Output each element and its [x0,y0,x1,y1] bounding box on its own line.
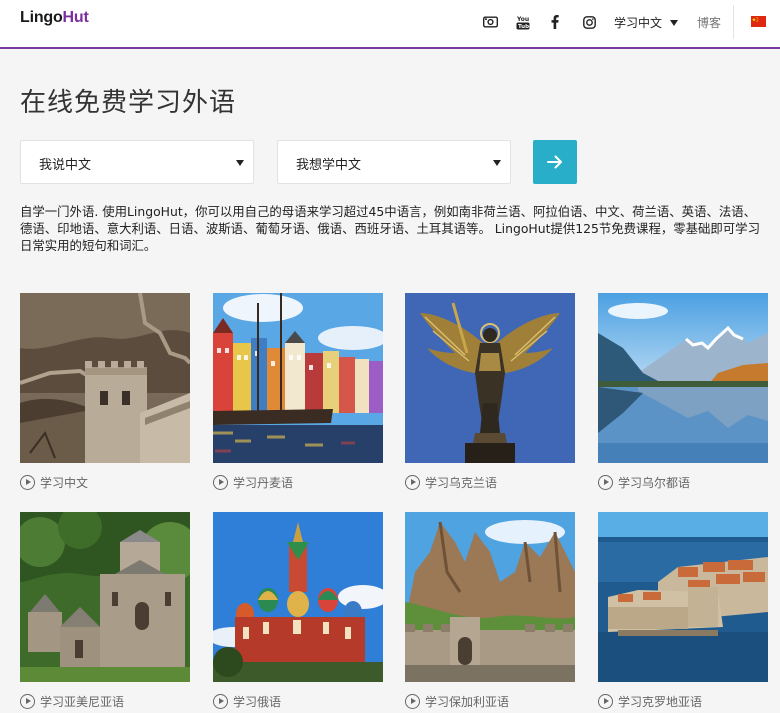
course-link[interactable]: 学习乌克兰语 [405,474,497,491]
course-label: 学习中文 [40,476,89,490]
page-title: 在线免费学习外语 [20,88,237,118]
course-card-danish[interactable]: 学习丹麦语 [213,293,383,490]
facebook-icon[interactable] [549,13,561,31]
course-link[interactable]: 学习俄语 [213,693,281,710]
caret-down-icon [493,160,501,166]
course-card-armenian[interactable]: 学习亚美尼亚语 [20,512,190,709]
play-circle-icon [20,475,35,490]
play-circle-icon [598,475,613,490]
blog-link[interactable]: 博客 [697,14,721,31]
caret-down-icon [669,20,678,26]
course-label: 学习乌克兰语 [425,476,498,490]
play-circle-icon [405,475,420,490]
course-card-chinese[interactable]: 学习中文 [20,293,190,490]
course-link[interactable]: 学习丹麦语 [213,474,293,491]
svg-text:You: You [516,16,529,23]
course-card-croatian[interactable]: 学习克罗地亚语 [598,512,768,709]
nyhavn-harbor-image [213,293,383,463]
play-circle-icon [405,694,420,709]
course-label: 学习俄语 [233,695,282,709]
lingohut-logo[interactable]: LingoHut [20,9,89,27]
svg-text:Tube: Tube [518,24,530,30]
course-card-urdu[interactable]: 学习乌尔都语 [598,293,768,490]
dubrovnik-image [598,512,768,682]
belogradchik-fortress-image [405,512,575,682]
great-wall-image [20,293,190,463]
china-flag-icon[interactable] [750,15,766,27]
course-label: 学习克罗地亚语 [618,695,703,709]
intro-paragraph: 自学一门外语. 使用LingoHut，你可以用自己的母语来学习超过45中语言，例… [20,204,760,253]
nav-divider [733,5,734,39]
course-link[interactable]: 学习乌尔都语 [598,474,690,491]
language-menu[interactable]: 学习中文 [614,14,678,31]
logo-text-hut: Hut [62,9,89,26]
native-language-select[interactable]: 我说中文 [20,140,254,184]
course-link[interactable]: 学习中文 [20,474,88,491]
course-card-ukrainian[interactable]: 学习乌克兰语 [405,293,575,490]
course-link[interactable]: 学习克罗地亚语 [598,693,702,710]
course-label: 学习丹麦语 [233,476,294,490]
course-card-bulgarian[interactable]: 学习保加利亚语 [405,512,575,709]
play-circle-icon [598,694,613,709]
play-circle-icon [20,694,35,709]
play-circle-icon [213,475,228,490]
logo-text-lingo: Lingo [20,9,63,26]
armenian-monastery-image [20,512,190,682]
camera-icon[interactable] [482,13,498,31]
language-menu-label: 学习中文 [614,16,663,30]
course-link[interactable]: 学习亚美尼亚语 [20,693,124,710]
mountain-lake-image [598,293,768,463]
youtube-icon[interactable]: YouTube [515,13,531,31]
instagram-icon[interactable] [581,13,597,31]
arrow-right-icon [547,155,562,169]
target-language-value: 我想学中文 [296,158,362,173]
top-navigation-bar: LingoHut YouTube 学习中文 博客 [0,0,780,49]
play-circle-icon [213,694,228,709]
target-language-select[interactable]: 我想学中文 [277,140,511,184]
course-label: 学习保加利亚语 [425,695,510,709]
archangel-statue-image [405,293,575,463]
course-card-russian[interactable]: 学习俄语 [213,512,383,709]
st-basils-cathedral-image [213,512,383,682]
caret-down-icon [236,160,244,166]
go-button[interactable] [533,140,577,184]
course-label: 学习乌尔都语 [618,476,691,490]
native-language-value: 我说中文 [39,158,92,173]
course-label: 学习亚美尼亚语 [40,695,125,709]
course-link[interactable]: 学习保加利亚语 [405,693,509,710]
